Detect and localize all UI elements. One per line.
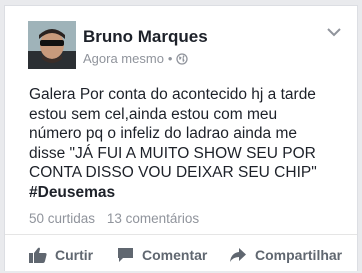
chevron-down-icon[interactable]: [327, 27, 341, 37]
thumbs-up-icon: [29, 247, 47, 263]
post-card: Bruno Marques Agora mesmo • Galera Por c…: [4, 5, 358, 271]
comment-label: Comentar: [142, 247, 208, 263]
post-text-line: número pq o infeliz do ladrao ainda me: [29, 125, 297, 142]
like-label: Curtir: [55, 247, 94, 263]
action-bar: Curtir Comentar Compartilhar: [5, 234, 357, 273]
post-text-line: estou sem cel,ainda estou com meu: [29, 105, 278, 123]
post-stats: 50 curtidas 13 comentários: [29, 211, 199, 226]
post-text-line: disse "JÁ FUI A MUITO SHOW SEU POR: [29, 144, 316, 162]
meta-separator: •: [167, 51, 173, 66]
hashtag-link[interactable]: #Deusemas: [29, 183, 349, 203]
post-timestamp[interactable]: Agora mesmo: [83, 51, 164, 66]
comments-count[interactable]: 13 comentários: [107, 211, 199, 226]
share-arrow-icon: [230, 248, 246, 262]
comment-button[interactable]: Comentar: [117, 247, 207, 263]
comment-icon: [118, 248, 133, 262]
share-button[interactable]: Compartilhar: [229, 247, 342, 263]
post-text-line: Galera Por conta do acontecido hj a tard…: [29, 86, 316, 103]
globe-icon: [176, 52, 189, 65]
share-label: Compartilhar: [255, 247, 343, 263]
author-name[interactable]: Bruno Marques: [83, 27, 208, 47]
like-button[interactable]: Curtir: [29, 247, 93, 263]
likes-count[interactable]: 50 curtidas: [29, 211, 95, 226]
post-text-line: CONTA DISSO VOU DEIXAR SEU CHIP": [29, 164, 317, 181]
post-body: Galera Por conta do acontecido hj a tard…: [29, 85, 349, 202]
avatar[interactable]: [28, 21, 76, 69]
post-meta: Agora mesmo •: [83, 51, 189, 66]
